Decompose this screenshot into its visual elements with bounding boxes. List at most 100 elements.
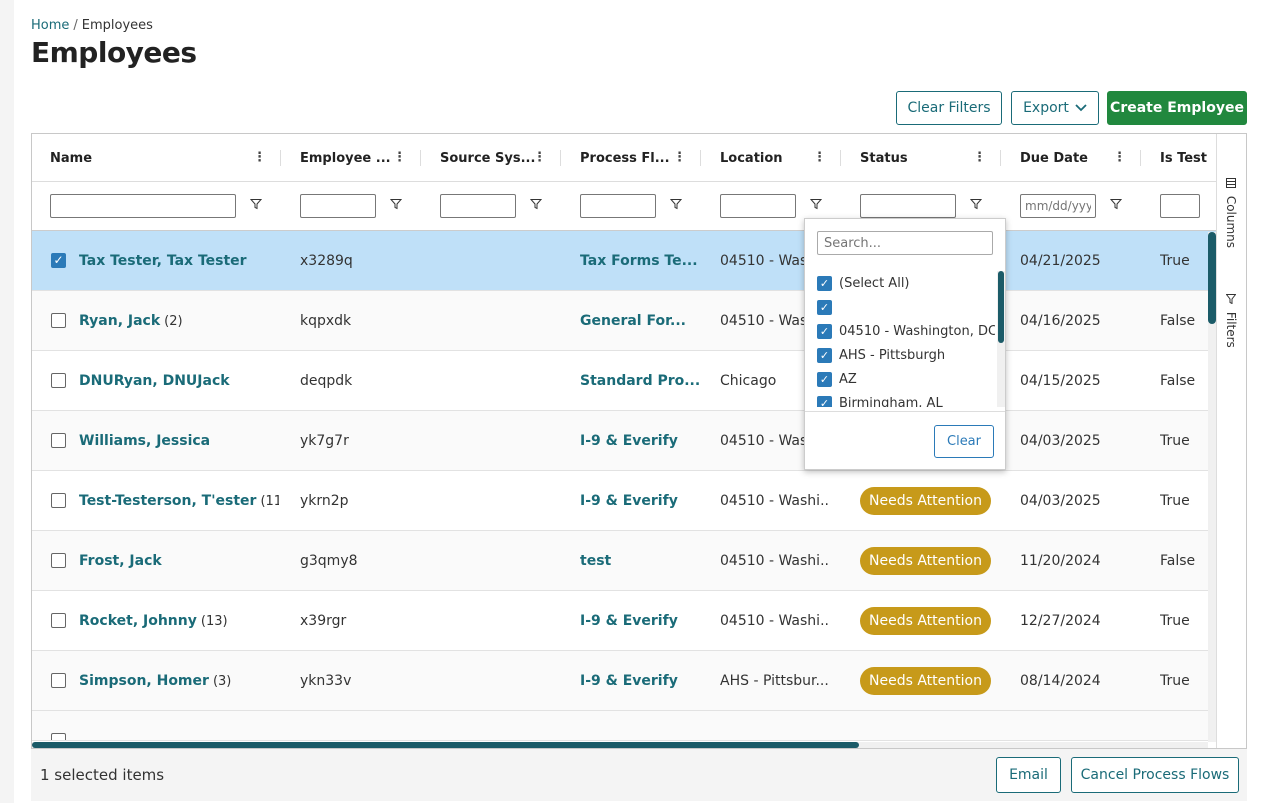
filter-icon[interactable] <box>250 198 262 210</box>
filter-input-employee_id[interactable] <box>300 194 376 218</box>
horizontal-scrollbar-thumb[interactable] <box>32 742 859 748</box>
location-filter-option[interactable]: ✓ AHS - Pittsburgh <box>817 343 945 367</box>
option-checkbox[interactable]: ✓ <box>817 299 832 315</box>
column-menu-icon[interactable]: ⋮ <box>673 151 686 164</box>
option-checkbox[interactable]: ✓ <box>817 347 832 363</box>
filter-icon[interactable] <box>530 198 542 210</box>
table-row[interactable]: ✓ Tax Tester, Tax Tester x3289q Tax Forms T… <box>32 231 1216 291</box>
employee-name-link[interactable]: Simpson, Homer <box>79 673 209 689</box>
export-button[interactable]: Export <box>1011 91 1099 125</box>
row-checkbox[interactable] <box>51 373 66 388</box>
filter-input-is_test[interactable] <box>1160 194 1200 218</box>
process-flow-link[interactable]: General For... <box>580 313 686 329</box>
column-header-label: Process Fl... <box>580 150 670 166</box>
email-button[interactable]: Email <box>996 757 1061 793</box>
process-flow-link[interactable]: Tax Forms Te... <box>580 253 698 269</box>
location-filter-search-input[interactable] <box>817 231 993 255</box>
employee-name-link[interactable]: Frost, Jack <box>79 553 162 569</box>
clear-filters-button[interactable]: Clear Filters <box>896 91 1002 125</box>
cell-location: AHS - Pittsbur... <box>720 673 829 689</box>
column-header-process_flow[interactable]: Process Fl... ⋮ <box>580 134 700 182</box>
filter-input-name[interactable] <box>50 194 236 218</box>
location-filter-option[interactable]: ✓ AZ <box>817 367 857 391</box>
row-checkbox[interactable] <box>51 313 66 328</box>
create-employee-button[interactable]: Create Employee <box>1107 91 1247 125</box>
location-filter-scrollbar[interactable] <box>997 271 1005 407</box>
row-checkbox[interactable]: ✓ <box>51 253 66 268</box>
location-filter-option[interactable]: ✓ (Select All) <box>817 271 910 295</box>
filter-input-status[interactable] <box>860 194 956 218</box>
location-filter-option[interactable]: ✓ Birmingham, AL <box>817 391 943 407</box>
column-header-name[interactable]: Name ⋮ <box>50 134 280 182</box>
location-filter-scrollbar-thumb[interactable] <box>998 271 1004 343</box>
process-flow-link[interactable]: Standard Pro... <box>580 373 700 389</box>
option-checkbox[interactable]: ✓ <box>817 371 832 387</box>
column-header-due_date[interactable]: Due Date ⋮ <box>1020 134 1140 182</box>
columns-panel-tab[interactable]: Columns <box>1224 178 1238 248</box>
cell-is-test: True <box>1160 613 1190 629</box>
vertical-scrollbar[interactable] <box>1208 232 1216 742</box>
process-flow-link[interactable]: I-9 & Everify <box>580 493 678 509</box>
filter-input-source_system[interactable] <box>440 194 516 218</box>
cell-process-flow: I-9 & Everify <box>580 411 700 471</box>
column-header-status[interactable]: Status ⋮ <box>860 134 1000 182</box>
employee-count: (11) <box>260 493 279 509</box>
employee-name-link[interactable]: Ryan, Jack <box>79 313 160 329</box>
filter-input-location[interactable] <box>720 194 796 218</box>
option-checkbox[interactable]: ✓ <box>817 323 832 339</box>
column-header-employee_id[interactable]: Employee ... ⋮ <box>300 134 420 182</box>
table-row[interactable]: Simpson, Homer (3) ykn33v I-9 & Everify AHS … <box>32 651 1216 711</box>
table-row[interactable]: Test-Testerson, T'ester(11) ykrn2p I-9 & E… <box>32 471 1216 531</box>
filters-panel-tab[interactable]: Filters <box>1224 294 1238 348</box>
filter-input-due_date[interactable] <box>1020 194 1096 218</box>
filter-icon[interactable] <box>810 198 822 210</box>
filter-input-process_flow[interactable] <box>580 194 656 218</box>
process-flow-link[interactable]: I-9 & Everify <box>580 613 678 629</box>
filter-icon[interactable] <box>670 198 682 210</box>
employee-name-link[interactable]: Rocket, Johnny <box>79 613 197 629</box>
location-filter-option[interactable]: ✓ 04510 - Washington, DC <box>817 319 995 343</box>
row-checkbox[interactable] <box>51 553 66 568</box>
cell-process-flow: Tax Forms Te... <box>580 231 700 291</box>
employee-name-link[interactable]: Williams, Jessica <box>79 433 210 449</box>
option-checkbox[interactable]: ✓ <box>817 395 832 407</box>
breadcrumb: Home / Employees <box>31 18 153 33</box>
employee-name-link[interactable]: Test-Testerson, T'ester <box>79 493 256 509</box>
breadcrumb-home-link[interactable]: Home <box>31 18 69 33</box>
column-menu-icon[interactable]: ⋮ <box>393 151 406 164</box>
row-checkbox[interactable] <box>51 433 66 448</box>
vertical-scrollbar-thumb[interactable] <box>1208 232 1216 324</box>
option-checkbox[interactable]: ✓ <box>817 275 832 291</box>
location-filter-option[interactable]: ✓ <box>817 295 839 319</box>
row-checkbox[interactable] <box>51 673 66 688</box>
column-menu-icon[interactable]: ⋮ <box>973 151 986 164</box>
table-row[interactable]: DNURyan, DNUJack deqpdk Standard Pro... Chi… <box>32 351 1216 411</box>
location-filter-clear-button[interactable]: Clear <box>934 425 994 458</box>
table-row[interactable]: Williams, Jessica yk7g7r I-9 & Everify 0451… <box>32 411 1216 471</box>
filter-icon[interactable] <box>1110 198 1122 210</box>
column-menu-icon[interactable]: ⋮ <box>253 151 266 164</box>
filter-icon[interactable] <box>390 198 402 210</box>
column-menu-icon[interactable]: ⋮ <box>1113 151 1126 164</box>
horizontal-scrollbar[interactable] <box>32 742 1208 748</box>
cell-is-test: True <box>1160 493 1190 509</box>
row-checkbox[interactable] <box>51 733 66 740</box>
table-row[interactable]: Rocket, Johnny (13) x39rgr I-9 & Everify 045… <box>32 591 1216 651</box>
cell-location: 04510 - Washi... <box>720 553 830 569</box>
column-header-source_system[interactable]: Source Sys... ⋮ <box>440 134 560 182</box>
filter-icon[interactable] <box>970 198 982 210</box>
column-menu-icon[interactable]: ⋮ <box>533 151 546 164</box>
column-header-location[interactable]: Location ⋮ <box>720 134 840 182</box>
employee-name-link[interactable]: DNURyan, DNUJack <box>79 373 230 389</box>
table-row[interactable]: Ryan, Jack (2) kqpxdk General For... 04510 -… <box>32 291 1216 351</box>
table-row[interactable]: Frost, Jack g3qmy8 test 04510 - Washi... Nee… <box>32 531 1216 591</box>
process-flow-link[interactable]: I-9 & Everify <box>580 673 678 689</box>
employee-name-link[interactable]: Tax Tester, Tax Tester <box>79 253 247 269</box>
column-header-is_test[interactable]: Is Test <box>1160 134 1220 182</box>
column-menu-icon[interactable]: ⋮ <box>813 151 826 164</box>
process-flow-link[interactable]: test <box>580 553 611 569</box>
cancel-process-flows-button[interactable]: Cancel Process Flows <box>1071 757 1239 793</box>
process-flow-link[interactable]: I-9 & Everify <box>580 433 678 449</box>
row-checkbox[interactable] <box>51 613 66 628</box>
row-checkbox[interactable] <box>51 493 66 508</box>
